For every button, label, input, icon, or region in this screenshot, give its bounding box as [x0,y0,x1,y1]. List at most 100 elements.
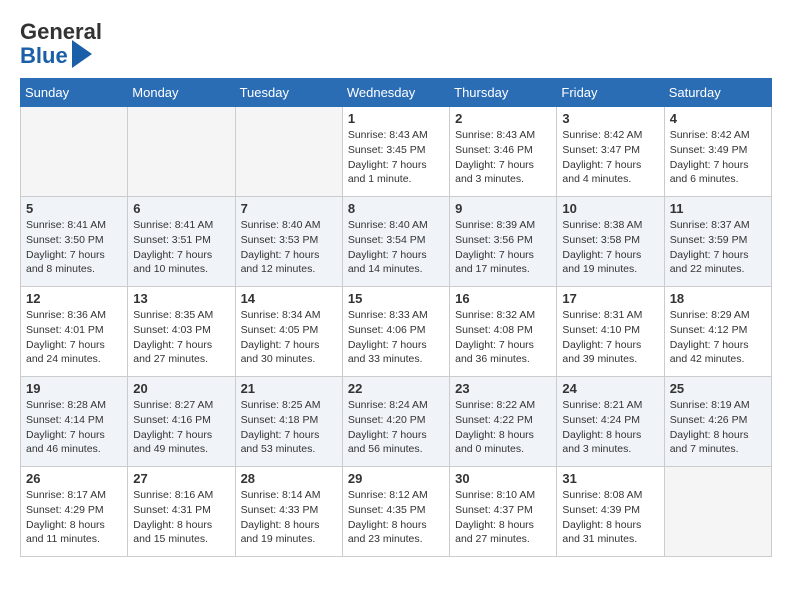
calendar-day-cell: 4 Sunrise: 8:42 AM Sunset: 3:49 PM Daylig… [664,107,771,197]
day-number: 6 [133,201,229,216]
day-info: Sunrise: 8:08 AM Sunset: 4:39 PM Dayligh… [562,488,658,547]
day-info: Sunrise: 8:17 AM Sunset: 4:29 PM Dayligh… [26,488,122,547]
calendar-day-cell: 31 Sunrise: 8:08 AM Sunset: 4:39 PM Dayli… [557,467,664,557]
calendar-day-cell: 24 Sunrise: 8:21 AM Sunset: 4:24 PM Dayli… [557,377,664,467]
calendar-day-cell: 27 Sunrise: 8:16 AM Sunset: 4:31 PM Dayli… [128,467,235,557]
day-info: Sunrise: 8:32 AM Sunset: 4:08 PM Dayligh… [455,308,551,367]
calendar-day-cell: 23 Sunrise: 8:22 AM Sunset: 4:22 PM Dayli… [450,377,557,467]
day-info: Sunrise: 8:21 AM Sunset: 4:24 PM Dayligh… [562,398,658,457]
day-number: 22 [348,381,444,396]
day-number: 24 [562,381,658,396]
day-info: Sunrise: 8:43 AM Sunset: 3:46 PM Dayligh… [455,128,551,187]
day-info: Sunrise: 8:10 AM Sunset: 4:37 PM Dayligh… [455,488,551,547]
calendar-header-row: SundayMondayTuesdayWednesdayThursdayFrid… [21,79,772,107]
day-number: 10 [562,201,658,216]
calendar-week-row: 5 Sunrise: 8:41 AM Sunset: 3:50 PM Daylig… [21,197,772,287]
day-number: 31 [562,471,658,486]
day-info: Sunrise: 8:22 AM Sunset: 4:22 PM Dayligh… [455,398,551,457]
day-number: 20 [133,381,229,396]
calendar-day-cell: 22 Sunrise: 8:24 AM Sunset: 4:20 PM Dayli… [342,377,449,467]
day-number: 27 [133,471,229,486]
day-info: Sunrise: 8:12 AM Sunset: 4:35 PM Dayligh… [348,488,444,547]
day-number: 4 [670,111,766,126]
day-number: 14 [241,291,337,306]
calendar-day-cell: 6 Sunrise: 8:41 AM Sunset: 3:51 PM Daylig… [128,197,235,287]
day-info: Sunrise: 8:31 AM Sunset: 4:10 PM Dayligh… [562,308,658,367]
day-info: Sunrise: 8:40 AM Sunset: 3:54 PM Dayligh… [348,218,444,277]
calendar-day-cell: 8Sunrise: 8:40 AM Sunset: 3:54 PM Daylig… [342,197,449,287]
day-number: 15 [348,291,444,306]
weekday-header: Sunday [21,79,128,107]
day-info: Sunrise: 8:39 AM Sunset: 3:56 PM Dayligh… [455,218,551,277]
day-info: Sunrise: 8:37 AM Sunset: 3:59 PM Dayligh… [670,218,766,277]
day-number: 21 [241,381,337,396]
day-info: Sunrise: 8:16 AM Sunset: 4:31 PM Dayligh… [133,488,229,547]
day-info: Sunrise: 8:33 AM Sunset: 4:06 PM Dayligh… [348,308,444,367]
day-number: 17 [562,291,658,306]
day-number: 3 [562,111,658,126]
logo-arrow-icon [72,40,92,68]
day-info: Sunrise: 8:43 AM Sunset: 3:45 PM Dayligh… [348,128,444,187]
day-info: Sunrise: 8:29 AM Sunset: 4:12 PM Dayligh… [670,308,766,367]
calendar-day-cell: 3 Sunrise: 8:42 AM Sunset: 3:47 PM Daylig… [557,107,664,197]
day-info: Sunrise: 8:25 AM Sunset: 4:18 PM Dayligh… [241,398,337,457]
calendar-empty-cell [235,107,342,197]
weekday-header: Wednesday [342,79,449,107]
day-info: Sunrise: 8:28 AM Sunset: 4:14 PM Dayligh… [26,398,122,457]
day-info: Sunrise: 8:41 AM Sunset: 3:50 PM Dayligh… [26,218,122,277]
weekday-header: Friday [557,79,664,107]
day-number: 5 [26,201,122,216]
day-info: Sunrise: 8:14 AM Sunset: 4:33 PM Dayligh… [241,488,337,547]
calendar-day-cell: 14 Sunrise: 8:34 AM Sunset: 4:05 PM Dayli… [235,287,342,377]
calendar-week-row: 12Sunrise: 8:36 AM Sunset: 4:01 PM Dayli… [21,287,772,377]
calendar-day-cell: 19 Sunrise: 8:28 AM Sunset: 4:14 PM Dayli… [21,377,128,467]
day-number: 23 [455,381,551,396]
calendar-day-cell: 20 Sunrise: 8:27 AM Sunset: 4:16 PM Dayli… [128,377,235,467]
day-info: Sunrise: 8:19 AM Sunset: 4:26 PM Dayligh… [670,398,766,457]
day-number: 18 [670,291,766,306]
calendar-day-cell: 12Sunrise: 8:36 AM Sunset: 4:01 PM Dayli… [21,287,128,377]
day-number: 7 [241,201,337,216]
calendar-day-cell: 1 Sunrise: 8:43 AM Sunset: 3:45 PM Daylig… [342,107,449,197]
logo: General Blue [20,20,102,68]
day-number: 12 [26,291,122,306]
calendar-day-cell: 7Sunrise: 8:40 AM Sunset: 3:53 PM Daylig… [235,197,342,287]
calendar-day-cell: 10 Sunrise: 8:38 AM Sunset: 3:58 PM Dayli… [557,197,664,287]
calendar-day-cell: 25 Sunrise: 8:19 AM Sunset: 4:26 PM Dayli… [664,377,771,467]
calendar-table: SundayMondayTuesdayWednesdayThursdayFrid… [20,78,772,557]
day-info: Sunrise: 8:42 AM Sunset: 3:47 PM Dayligh… [562,128,658,187]
calendar-day-cell: 15 Sunrise: 8:33 AM Sunset: 4:06 PM Dayli… [342,287,449,377]
day-info: Sunrise: 8:24 AM Sunset: 4:20 PM Dayligh… [348,398,444,457]
calendar-day-cell: 13Sunrise: 8:35 AM Sunset: 4:03 PM Dayli… [128,287,235,377]
calendar-day-cell: 16 Sunrise: 8:32 AM Sunset: 4:08 PM Dayli… [450,287,557,377]
day-info: Sunrise: 8:38 AM Sunset: 3:58 PM Dayligh… [562,218,658,277]
day-number: 2 [455,111,551,126]
weekday-header: Tuesday [235,79,342,107]
calendar-day-cell: 21 Sunrise: 8:25 AM Sunset: 4:18 PM Dayli… [235,377,342,467]
day-number: 16 [455,291,551,306]
page-header: General Blue [20,20,772,68]
day-info: Sunrise: 8:27 AM Sunset: 4:16 PM Dayligh… [133,398,229,457]
weekday-header: Saturday [664,79,771,107]
day-info: Sunrise: 8:42 AM Sunset: 3:49 PM Dayligh… [670,128,766,187]
day-number: 19 [26,381,122,396]
day-number: 29 [348,471,444,486]
calendar-day-cell: 17 Sunrise: 8:31 AM Sunset: 4:10 PM Dayli… [557,287,664,377]
calendar-day-cell: 2 Sunrise: 8:43 AM Sunset: 3:46 PM Daylig… [450,107,557,197]
calendar-day-cell: 28 Sunrise: 8:14 AM Sunset: 4:33 PM Dayli… [235,467,342,557]
day-number: 25 [670,381,766,396]
calendar-empty-cell [128,107,235,197]
day-number: 9 [455,201,551,216]
day-number: 28 [241,471,337,486]
calendar-day-cell: 5 Sunrise: 8:41 AM Sunset: 3:50 PM Daylig… [21,197,128,287]
calendar-empty-cell [21,107,128,197]
day-number: 1 [348,111,444,126]
day-info: Sunrise: 8:41 AM Sunset: 3:51 PM Dayligh… [133,218,229,277]
calendar-day-cell: 26Sunrise: 8:17 AM Sunset: 4:29 PM Dayli… [21,467,128,557]
day-info: Sunrise: 8:35 AM Sunset: 4:03 PM Dayligh… [133,308,229,367]
calendar-day-cell: 11Sunrise: 8:37 AM Sunset: 3:59 PM Dayli… [664,197,771,287]
calendar-day-cell: 30Sunrise: 8:10 AM Sunset: 4:37 PM Dayli… [450,467,557,557]
calendar-week-row: 1 Sunrise: 8:43 AM Sunset: 3:45 PM Daylig… [21,107,772,197]
calendar-week-row: 26Sunrise: 8:17 AM Sunset: 4:29 PM Dayli… [21,467,772,557]
day-info: Sunrise: 8:34 AM Sunset: 4:05 PM Dayligh… [241,308,337,367]
